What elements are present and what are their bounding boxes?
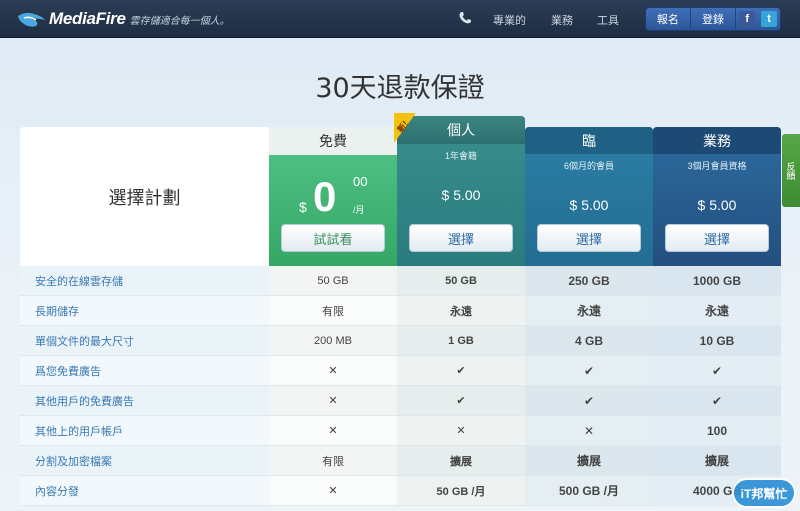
- check-icon: ✔: [653, 356, 781, 385]
- select-business-button[interactable]: 選擇: [665, 224, 769, 252]
- mediafire-logo-icon: [18, 12, 45, 27]
- try-free-button[interactable]: 試試看: [281, 224, 385, 252]
- table-cell: 有限: [269, 296, 397, 325]
- price-amount: 0: [313, 173, 337, 220]
- table-cell: 200 MB: [269, 326, 397, 355]
- plan-free-price: $ 0 00 /月: [269, 171, 397, 221]
- nav-pro[interactable]: 專業的: [493, 12, 526, 28]
- pricing-table: 選擇計劃 免費 $ 0 00 /月 試試看 新！ 個人 1年會籍 $ 5.00 …: [20, 113, 781, 511]
- plan-business-name: 業務: [653, 127, 781, 154]
- cross-icon: ✕: [269, 416, 397, 445]
- check-icon: ✔: [397, 356, 525, 385]
- table-cell: 50 GB: [269, 266, 397, 295]
- currency-symbol: $: [299, 199, 307, 215]
- table-cell: 500 GB /月: [525, 476, 653, 505]
- feature-label: 長期儲存: [20, 296, 269, 325]
- cross-icon: ✕: [397, 416, 525, 445]
- plan-personal-duration: 1年會籍: [444, 151, 477, 161]
- table-cell: 擴展: [653, 446, 781, 475]
- plan-pro: 臨 6個月的會員 $ 5.00 選擇: [525, 127, 653, 266]
- plan-pro-price: $ 5.00: [569, 197, 609, 213]
- plan-free: 免費 $ 0 00 /月 試試看: [269, 127, 397, 266]
- table-row: 爲您免費廣告 ✕ ✔ ✔ ✔: [20, 356, 781, 386]
- table-cell: 永遠: [653, 296, 781, 325]
- table-row: 安全的在線雲存儲 50 GB 50 GB 250 GB 1000 GB: [20, 266, 781, 296]
- facebook-button[interactable]: f: [736, 8, 758, 30]
- feature-label: 分割及加密檔案: [20, 446, 269, 475]
- feature-label: 內容分發: [20, 476, 269, 505]
- logo[interactable]: MediaFire 雲存儲適合每一個人。: [16, 9, 230, 29]
- plan-pro-name: 臨: [525, 127, 653, 154]
- table-cell: 有限: [269, 446, 397, 475]
- tagline: 雲存儲適合每一個人。: [129, 15, 230, 27]
- table-row: 其他上的用戶帳戶 ✕ ✕ ✕ 100: [20, 416, 781, 446]
- twitter-icon: t: [761, 11, 778, 27]
- table-cell: 250 GB: [525, 266, 653, 295]
- feature-rows: 安全的在線雲存儲 50 GB 50 GB 250 GB 1000 GB 長期儲存…: [20, 266, 781, 506]
- plan-personal: 新！ 個人 1年會籍 $ 5.00 選擇: [394, 113, 525, 266]
- plan-business-duration: 3個月會員資格: [687, 161, 747, 171]
- table-cell: 50 GB: [397, 266, 525, 295]
- table-cell: 4 GB: [525, 326, 653, 355]
- price-period: /月: [353, 205, 365, 215]
- cross-icon: ✕: [269, 476, 397, 505]
- new-badge-icon: 新！: [394, 113, 416, 143]
- table-cell: 永遠: [397, 296, 525, 325]
- check-icon: ✔: [525, 386, 653, 415]
- plan-business-price: $ 5.00: [697, 197, 737, 213]
- table-cell: 永遠: [525, 296, 653, 325]
- table-row: 分割及加密檔案 有限 擴展 擴展 擴展: [20, 446, 781, 476]
- nav-business[interactable]: 業務: [551, 12, 573, 28]
- logo-text: MediaFire: [49, 9, 126, 28]
- feature-label: 爲您免費廣告: [20, 356, 269, 385]
- page-title: 30天退款保證: [315, 73, 485, 104]
- table-cell: 1 GB: [397, 326, 525, 355]
- select-personal-button[interactable]: 選擇: [409, 224, 513, 252]
- auth-group: 報名 登錄 f t: [645, 7, 781, 31]
- cross-icon: ✕: [525, 416, 653, 445]
- cross-icon: ✕: [269, 386, 397, 415]
- table-cell: 100: [653, 416, 781, 445]
- top-nav: MediaFire 雲存儲適合每一個人。 專業的 業務 工具 報名 登錄 f t: [0, 0, 800, 38]
- plan-personal-price: $ 5.00: [441, 187, 481, 203]
- feature-label: 安全的在線雲存儲: [20, 266, 269, 295]
- plan-pro-duration: 6個月的會員: [563, 161, 614, 171]
- table-cell: 1000 GB: [653, 266, 781, 295]
- table-row: 長期儲存 有限 永遠 永遠 永遠: [20, 296, 781, 326]
- facebook-icon: f: [739, 11, 756, 27]
- signup-button[interactable]: 報名: [646, 8, 691, 30]
- check-icon: ✔: [653, 386, 781, 415]
- feedback-tab[interactable]: 反饋: [782, 134, 800, 207]
- table-cell: 擴展: [397, 446, 525, 475]
- check-icon: ✔: [397, 386, 525, 415]
- table-row: 內容分發 ✕ 50 GB /月 500 GB /月 4000 GB: [20, 476, 781, 506]
- choose-plan-heading: 選擇計劃: [20, 127, 269, 266]
- select-pro-button[interactable]: 選擇: [537, 224, 641, 252]
- feature-label: 其他上的用戶帳戶: [20, 416, 269, 445]
- twitter-button[interactable]: t: [758, 8, 780, 30]
- phone-icon[interactable]: [458, 11, 472, 25]
- table-cell: 10 GB: [653, 326, 781, 355]
- table-cell: 50 GB /月: [397, 476, 525, 505]
- table-cell: 擴展: [525, 446, 653, 475]
- table-row: 其他用戶的免費廣告 ✕ ✔ ✔ ✔: [20, 386, 781, 416]
- check-icon: ✔: [525, 356, 653, 385]
- plan-free-name: 免費: [269, 127, 397, 155]
- nav-tools[interactable]: 工具: [597, 12, 619, 28]
- plan-business: 業務 3個月會員資格 $ 5.00 選擇: [653, 127, 781, 266]
- site-watermark: iT邦幫忙: [732, 478, 796, 508]
- table-row: 單個文件的最大尺寸 200 MB 1 GB 4 GB 10 GB: [20, 326, 781, 356]
- cross-icon: ✕: [269, 356, 397, 385]
- price-cents: 00: [353, 174, 368, 189]
- feature-label: 單個文件的最大尺寸: [20, 326, 269, 355]
- feature-label: 其他用戶的免費廣告: [20, 386, 269, 415]
- login-button[interactable]: 登錄: [691, 8, 737, 30]
